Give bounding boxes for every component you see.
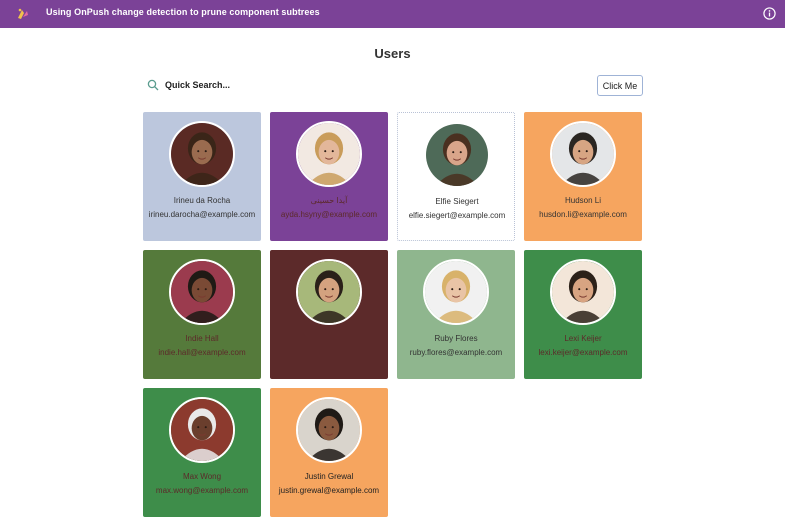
user-card[interactable]: Indie Hall indie.hall@example.com <box>143 250 261 379</box>
user-name: Max Wong <box>182 472 222 481</box>
user-avatar <box>296 259 362 325</box>
user-name: Indie Hall <box>185 334 219 343</box>
user-photo-icon <box>426 124 488 186</box>
user-photo-icon <box>171 261 233 323</box>
user-avatar <box>424 122 490 188</box>
user-photo-icon <box>425 261 487 323</box>
click-me-button[interactable]: Click Me <box>597 75 643 96</box>
user-grid: Irineu da Rocha irineu.darocha@example.co… <box>143 112 642 517</box>
info-icon[interactable] <box>763 7 776 20</box>
user-photo-icon <box>171 399 233 461</box>
user-avatar <box>169 397 235 463</box>
user-email: justin.grewal@example.com <box>278 486 380 495</box>
user-card[interactable]: Ruby Flores ruby.flores@example.com <box>397 250 515 379</box>
user-photo-icon <box>171 123 233 185</box>
quick-search-input[interactable] <box>165 80 405 90</box>
user-photo-icon <box>552 261 614 323</box>
user-avatar <box>550 259 616 325</box>
user-avatar <box>296 121 362 187</box>
user-name: Justin Grewal <box>304 472 354 481</box>
user-card[interactable] <box>270 250 388 379</box>
app-header-bar: Using OnPush change detection to prune c… <box>0 0 785 28</box>
user-email: irineu.darocha@example.com <box>148 210 256 219</box>
search-icon <box>147 79 159 91</box>
user-email: ruby.flores@example.com <box>409 348 503 357</box>
user-email: elfie.siegert@example.com <box>408 211 506 220</box>
search-box[interactable] <box>143 74 423 96</box>
page-title: Users <box>374 46 411 61</box>
user-email: lexi.keijer@example.com <box>538 348 628 357</box>
user-name: Lexi Keijer <box>564 334 602 343</box>
user-avatar <box>169 121 235 187</box>
user-photo-icon <box>552 123 614 185</box>
user-photo-icon <box>298 123 360 185</box>
user-email: max.wong@example.com <box>155 486 249 495</box>
user-avatar <box>169 259 235 325</box>
user-name: Elfie Siegert <box>435 197 479 206</box>
user-photo-icon <box>298 399 360 461</box>
user-name: آیدا حسینی <box>310 196 348 205</box>
user-card[interactable]: Elfie Siegert elfie.siegert@example.com <box>397 112 515 241</box>
app-logo-icon <box>18 8 28 19</box>
user-card[interactable]: Max Wong max.wong@example.com <box>143 388 261 517</box>
user-email: ayda.hsyny@example.com <box>280 210 378 219</box>
user-photo-icon <box>298 261 360 323</box>
user-avatar <box>550 121 616 187</box>
app-title: Using OnPush change detection to prune c… <box>46 7 320 17</box>
user-name: Irineu da Rocha <box>173 196 231 205</box>
user-card[interactable]: Lexi Keijer lexi.keijer@example.com <box>524 250 642 379</box>
user-card[interactable]: Hudson Li husdon.li@example.com <box>524 112 642 241</box>
user-name: Hudson Li <box>564 196 602 205</box>
user-name: Ruby Flores <box>434 334 478 343</box>
user-email: indie.hall@example.com <box>158 348 246 357</box>
user-card[interactable]: Irineu da Rocha irineu.darocha@example.co… <box>143 112 261 241</box>
user-card[interactable]: Justin Grewal justin.grewal@example.com <box>270 388 388 517</box>
user-email: husdon.li@example.com <box>539 210 627 219</box>
user-avatar <box>296 397 362 463</box>
user-avatar <box>423 259 489 325</box>
user-card[interactable]: آیدا حسینی ayda.hsyny@example.com <box>270 112 388 241</box>
